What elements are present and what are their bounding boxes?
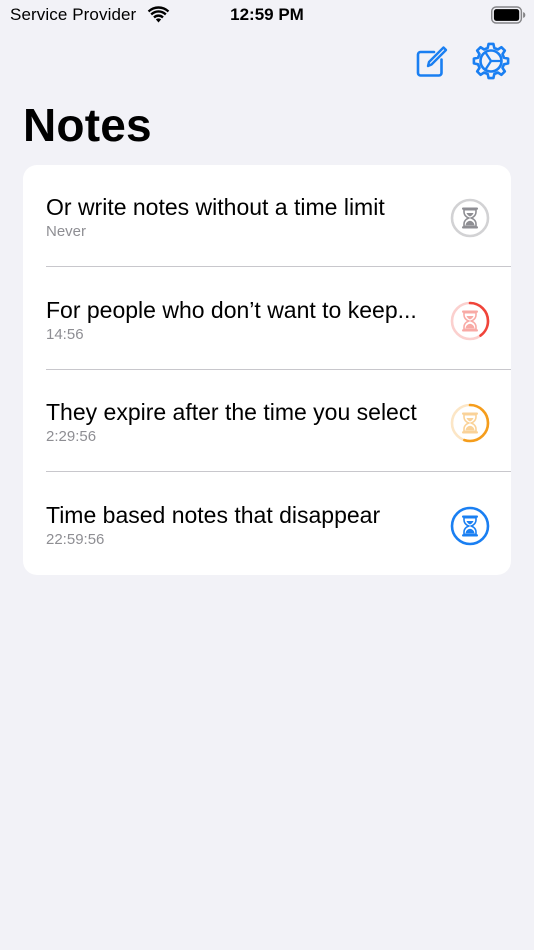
status-bar: Service Provider 12:59 PM — [0, 0, 534, 32]
battery-icon — [491, 6, 526, 24]
note-time-remaining: Never — [46, 223, 87, 240]
notes-screen: Service Provider 12:59 PM Notes Or write… — [0, 0, 534, 950]
note-time-remaining: 22:59:56 — [46, 530, 105, 548]
hourglass-timer-icon — [450, 403, 490, 443]
note-time-remaining: 2:29:56 — [46, 428, 97, 445]
note-title: Time based notes that disappear — [46, 501, 381, 528]
hourglass-timer-icon — [450, 198, 490, 238]
note-title: They expire after the time you select — [46, 399, 417, 425]
compose-icon[interactable] — [414, 45, 448, 79]
note-time-remaining: 14:56 — [46, 325, 84, 343]
settings-icon[interactable] — [472, 42, 510, 80]
hourglass-timer-icon — [450, 506, 490, 545]
note-row[interactable]: For people who don’t want to keep... 14:5… — [23, 268, 511, 370]
note-title: For people who don’t want to keep... — [46, 296, 417, 323]
hourglass-timer-icon — [450, 301, 490, 340]
clock: 12:59 PM — [230, 5, 304, 24]
page-title: Notes — [23, 99, 152, 151]
note-title: Or write notes without a time limit — [46, 194, 385, 220]
note-row[interactable]: Or write notes without a time limit Never — [23, 165, 511, 267]
notes-list: Or write notes without a time limit Never… — [23, 165, 511, 575]
note-row[interactable]: Time based notes that disappear 22:59:56 — [23, 473, 511, 575]
note-row[interactable]: They expire after the time you select 2:2… — [23, 370, 511, 472]
